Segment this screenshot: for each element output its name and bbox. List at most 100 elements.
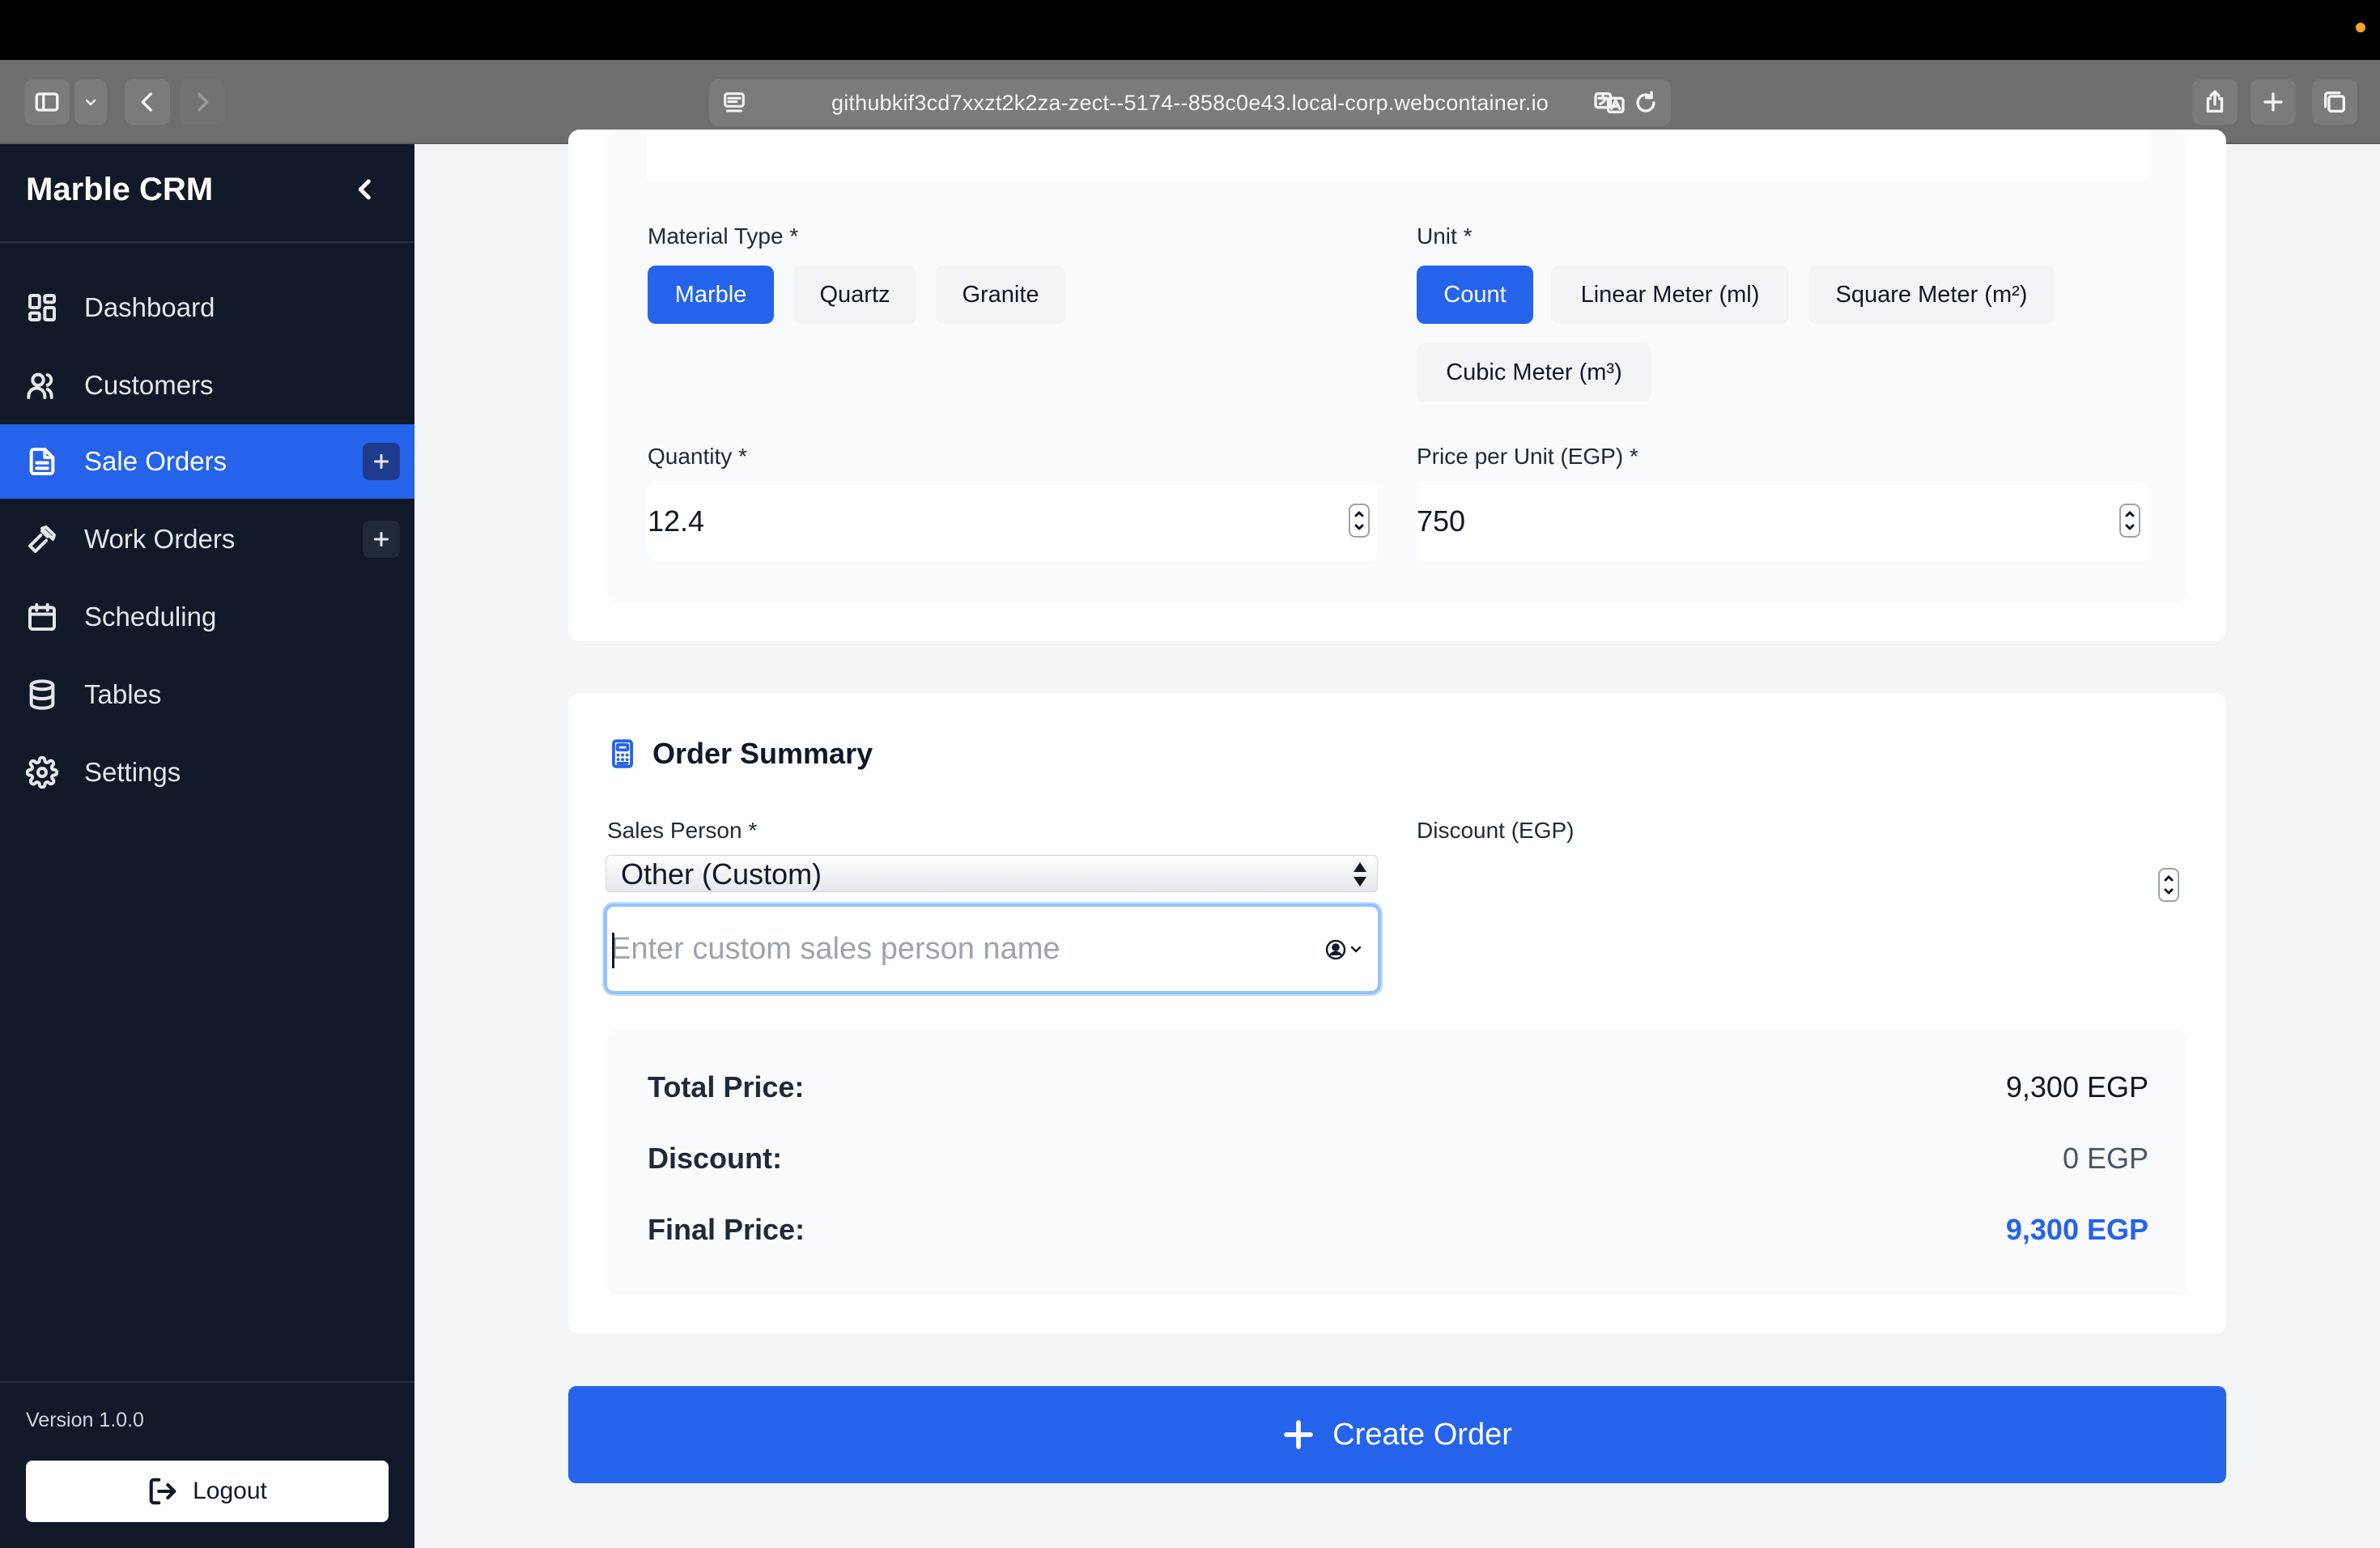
- price-per-unit-input[interactable]: 750: [1417, 481, 2148, 562]
- discount-label: Discount (EGP): [1417, 818, 1575, 843]
- database-icon: [26, 678, 58, 711]
- sidebar-icon: [35, 92, 59, 112]
- discount-stepper[interactable]: [2158, 868, 2179, 902]
- price-per-unit-label: Price per Unit (EGP) *: [1417, 444, 1638, 469]
- share-icon: [2206, 90, 2224, 113]
- sidebar-item-label: Settings: [84, 757, 181, 787]
- chevron-up-icon: [1354, 511, 1364, 517]
- chevron-up-icon: [2125, 511, 2135, 517]
- total-price-label: Total Price:: [648, 1070, 805, 1104]
- dashboard-grid-icon: [26, 291, 58, 324]
- calculator-icon: [607, 738, 638, 769]
- sidebar-item-label: Tables: [84, 679, 162, 709]
- create-order-label: Create Order: [1332, 1417, 1512, 1452]
- sidebar-item-label: Work Orders: [84, 524, 236, 554]
- chevron-left-icon: [358, 179, 371, 200]
- plus-icon: [1284, 1420, 1313, 1449]
- quantity-input[interactable]: 12.4: [648, 481, 1378, 562]
- material-option-granite[interactable]: Granite: [936, 266, 1065, 324]
- price-stepper[interactable]: [2119, 504, 2140, 538]
- chevron-down-icon: [1354, 524, 1364, 530]
- sales-person-label: Sales Person *: [607, 818, 758, 843]
- item-name-field-clipped[interactable]: [646, 130, 2148, 181]
- share-button[interactable]: [2192, 79, 2238, 125]
- material-option-marble[interactable]: Marble: [648, 266, 774, 324]
- price-totals-panel: Total Price: 9,300 EGP Discount: 0 EGP F…: [607, 1030, 2187, 1295]
- sidebar-item-label: Customers: [84, 370, 214, 400]
- sidebar-item-dashboard[interactable]: Dashboard: [0, 270, 414, 345]
- price-per-unit-value: 750: [1417, 504, 1466, 538]
- forward-button[interactable]: [180, 79, 225, 125]
- sidebar-divider: [0, 1381, 414, 1383]
- contact-autofill-icon[interactable]: [1324, 938, 1366, 962]
- order-summary-card: Order Summary Sales Person * Discount (E…: [568, 693, 2226, 1334]
- app-brand: Marble CRM: [26, 172, 214, 207]
- tab-group-menu-button[interactable]: [74, 79, 107, 125]
- system-top-bar: [0, 0, 2380, 60]
- unit-option-square-meter[interactable]: Square Meter (m²): [1808, 266, 2055, 324]
- add-sale-order-button[interactable]: [363, 443, 400, 480]
- address-bar[interactable]: githubkif3cd7xxzt2k2za-zect--5174--858c0…: [709, 79, 1671, 126]
- sidebar-item-scheduling[interactable]: Scheduling: [0, 580, 414, 654]
- custom-sales-person-field[interactable]: [604, 904, 1381, 994]
- add-work-order-button[interactable]: [363, 521, 400, 558]
- sidebar-item-label: Dashboard: [84, 292, 215, 322]
- plus-icon: [2263, 92, 2283, 112]
- chevron-left-icon: [141, 92, 152, 112]
- logout-label: Logout: [193, 1478, 267, 1504]
- sidebar-item-tables[interactable]: Tables: [0, 657, 414, 732]
- sidebar-item-sale-orders[interactable]: Sale Orders: [0, 424, 414, 499]
- quantity-label: Quantity *: [648, 444, 747, 469]
- order-item-card: Material Type * Marble Quartz Granite Un…: [568, 130, 2226, 641]
- create-order-button[interactable]: Create Order: [568, 1386, 2226, 1483]
- hammer-icon: [26, 523, 58, 555]
- sales-person-selected-value: Other (Custom): [621, 857, 822, 891]
- sidebar-divider: [0, 241, 414, 243]
- plus-icon: [373, 453, 389, 470]
- total-price-value: 9,300 EGP: [2005, 1070, 2148, 1104]
- text-caret: [612, 933, 614, 968]
- plus-icon: [373, 531, 389, 547]
- chevron-down-icon: [2125, 524, 2135, 530]
- sidebar: Marble CRM Dashboard Customers Sale Orde…: [0, 144, 414, 1548]
- unit-label: Unit *: [1417, 223, 1473, 249]
- sidebar-item-settings[interactable]: Settings: [0, 735, 414, 810]
- url-text: githubkif3cd7xxzt2k2za-zect--5174--858c0…: [831, 91, 1549, 115]
- tab-overview-button[interactable]: [2312, 79, 2357, 125]
- logout-button[interactable]: Logout: [26, 1461, 389, 1522]
- custom-sales-person-input[interactable]: [607, 907, 1320, 991]
- chevron-down-icon: [85, 99, 96, 106]
- chevron-up-icon: [2164, 875, 2174, 882]
- discount-input[interactable]: [1417, 850, 2187, 918]
- document-icon: [26, 445, 58, 478]
- chevron-right-icon: [198, 92, 209, 112]
- unit-option-count[interactable]: Count: [1417, 266, 1533, 324]
- sidebar-toggle-button[interactable]: [24, 79, 70, 125]
- sidebar-item-work-orders[interactable]: Work Orders: [0, 502, 414, 576]
- sidebar-item-label: Sale Orders: [84, 446, 227, 476]
- quantity-value: 12.4: [648, 504, 705, 538]
- discount-row-value: 0 EGP: [2062, 1142, 2148, 1175]
- sidebar-item-label: Scheduling: [84, 602, 217, 632]
- logout-icon: [149, 1478, 176, 1505]
- new-tab-button[interactable]: [2250, 79, 2296, 125]
- tabs-overview-icon: [2323, 91, 2346, 113]
- translate-icon[interactable]: [1593, 89, 1626, 117]
- back-button[interactable]: [125, 79, 170, 125]
- collapse-sidebar-button[interactable]: [350, 173, 382, 206]
- order-summary-title: Order Summary: [652, 737, 873, 770]
- quantity-stepper[interactable]: [1349, 504, 1370, 538]
- discount-row-label: Discount:: [648, 1142, 782, 1175]
- unit-option-linear-meter[interactable]: Linear Meter (ml): [1551, 266, 1789, 324]
- chevron-down-icon: [2164, 888, 2174, 895]
- recording-indicator: [2356, 23, 2365, 32]
- final-price-label: Final Price:: [648, 1213, 805, 1246]
- material-option-quartz[interactable]: Quartz: [793, 266, 916, 324]
- unit-option-cubic-meter[interactable]: Cubic Meter (m³): [1417, 343, 1651, 402]
- reload-icon[interactable]: [1632, 89, 1660, 117]
- select-arrows-icon: [1351, 860, 1369, 889]
- users-icon: [26, 369, 58, 402]
- sales-person-select[interactable]: Other (Custom): [606, 855, 1378, 892]
- sidebar-item-customers[interactable]: Customers: [0, 348, 414, 423]
- gear-icon: [25, 755, 59, 789]
